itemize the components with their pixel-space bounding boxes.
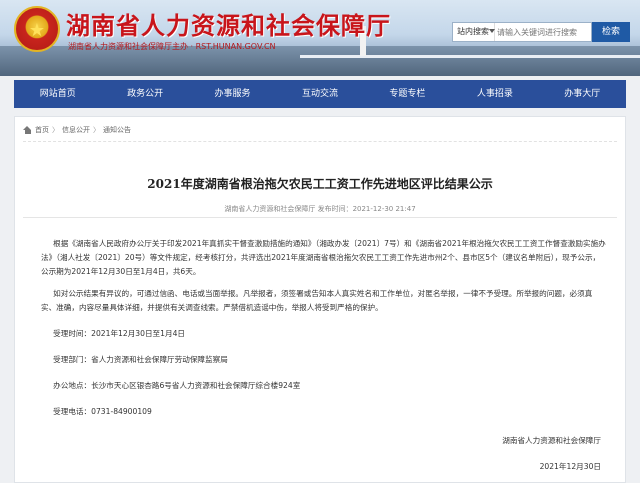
content-panel: 首页 〉 信息公开 〉 通知公告 2021年度湖南省根治拖欠农民工工资工作先进地… [14, 116, 626, 483]
breadcrumb: 首页 〉 信息公开 〉 通知公告 [23, 123, 131, 137]
nav-item-recruitment[interactable]: 人事招录 [451, 80, 538, 108]
article-paragraph: 如对公示结果有异议的，可通过信函、电话或当面举报。凡举报者，须签署或告知本人真实… [41, 289, 593, 312]
divider [23, 141, 617, 142]
breadcrumb-notices[interactable]: 通知公告 [103, 125, 131, 135]
article-body: 根据《湖南省人民政府办公厅关于印发2021年真抓实干督查激励措施的通知》（湘政办… [41, 237, 607, 431]
office-address: 办公地点：长沙市天心区银杏路6号省人力资源和社会保障厅综合楼924室 [53, 381, 301, 390]
accept-phone: 受理电话：0731-84900109 [53, 407, 152, 416]
nav-item-topics[interactable]: 专题专栏 [364, 80, 451, 108]
accept-time: 受理时间：2021年12月30日至1月4日 [53, 329, 185, 338]
nav-item-gov-affairs[interactable]: 政务公开 [101, 80, 188, 108]
nav-item-home[interactable]: 网站首页 [14, 80, 101, 108]
search-button[interactable]: 检索 [592, 22, 630, 42]
breadcrumb-info-public[interactable]: 信息公开 [62, 125, 90, 135]
accept-department: 受理部门：省人力资源和社会保障厅劳动保障监察局 [53, 355, 228, 364]
article-meta: 湖南省人力资源和社会保障厅 发布时间：2021-12-30 21:47 [224, 205, 416, 213]
national-emblem-icon: ★ [14, 6, 60, 52]
search-input[interactable] [497, 24, 591, 40]
signature-org: 湖南省人力资源和社会保障厅 [502, 436, 601, 445]
breadcrumb-home[interactable]: 首页 [35, 125, 49, 135]
signature-date: 2021年12月30日 [539, 462, 601, 471]
main-nav: 网站首页 政务公开 办事服务 互动交流 专题专栏 人事招录 办事大厅 [14, 80, 626, 108]
search-box: 站内搜索 [452, 22, 592, 42]
article-title: 2021年度湖南省根治拖欠农民工工资工作先进地区评比结果公示 [147, 177, 493, 191]
breadcrumb-separator: 〉 [93, 126, 100, 134]
article-paragraph: 根据《湖南省人民政府办公厅关于印发2021年真抓实干督查激励措施的通知》（湘政办… [41, 239, 606, 276]
emblem-star-icon: ★ [28, 20, 46, 41]
nav-item-interaction[interactable]: 互动交流 [276, 80, 363, 108]
nav-item-services[interactable]: 办事服务 [189, 80, 276, 108]
site-subtitle: 湖南省人力资源和社会保障厅主办 · RST.HUNAN.GOV.CN [68, 42, 276, 51]
home-icon[interactable] [23, 126, 32, 134]
banner-bridge [300, 55, 640, 58]
site-title[interactable]: 湖南省人力资源和社会保障厅 [66, 6, 391, 41]
nav-item-service-hall[interactable]: 办事大厅 [539, 80, 626, 108]
breadcrumb-separator: 〉 [52, 126, 59, 134]
divider [23, 217, 617, 218]
chevron-down-icon[interactable] [489, 29, 495, 33]
header-banner: ★ 湖南省人力资源和社会保障厅 湖南省人力资源和社会保障厅主办 · RST.HU… [0, 0, 640, 76]
